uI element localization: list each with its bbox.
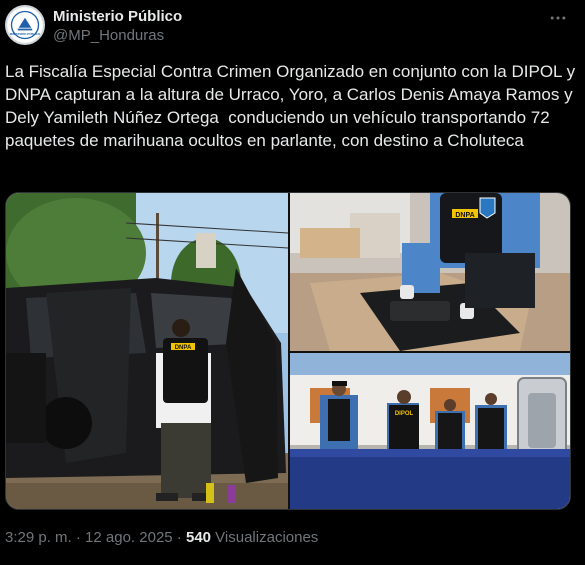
meta-separator: ·	[172, 529, 186, 546]
photo-speaker-inspection[interactable]: DNPA	[290, 193, 570, 351]
photo-vehicle-search[interactable]: DNPA	[6, 193, 288, 509]
svg-text:DNPA: DNPA	[455, 212, 474, 219]
svg-text:DNPA: DNPA	[175, 345, 192, 351]
author-handle[interactable]: @MP_Honduras	[53, 27, 182, 46]
author-names: Ministerio Público @MP_Honduras	[53, 8, 182, 46]
views-count: 540	[185, 529, 212, 546]
tweet-header: MINISTERIO PÚBLICO Ministerio Público @M…	[5, 5, 575, 49]
tweet: MINISTERIO PÚBLICO Ministerio Público @M…	[0, 0, 585, 565]
author-display-name[interactable]: Ministerio Público	[53, 8, 182, 27]
svg-text:DIPOL: DIPOL	[395, 411, 414, 417]
tweet-text: La Fiscalía Especial Contra Crimen Organ…	[5, 62, 580, 150]
svg-text:MINISTERIO PÚBLICO: MINISTERIO PÚBLICO	[10, 31, 41, 36]
meta-separator: ·	[71, 529, 86, 546]
tweet-time[interactable]: 3:29 p. m.	[5, 529, 72, 546]
seized-packages-image: DIPOL	[290, 353, 570, 509]
author-avatar[interactable]: MINISTERIO PÚBLICO	[5, 5, 45, 45]
vehicle-search-image: DNPA	[6, 193, 288, 509]
tweet-meta: 3:29 p. m. · 12 ago. 2025 · 540 Visualiz…	[5, 529, 318, 546]
more-horizontal-icon[interactable]	[547, 7, 569, 29]
speaker-inspection-image: DNPA	[290, 193, 570, 351]
ministerio-publico-logo-icon: MINISTERIO PÚBLICO	[7, 7, 43, 43]
tweet-date[interactable]: 12 ago. 2025	[85, 529, 173, 546]
photo-seized-packages[interactable]: DIPOL	[290, 353, 570, 509]
media-grid: DNPA DNPA DIPOL	[5, 192, 571, 510]
more-dots-icon	[550, 16, 566, 20]
views-label: Visualizaciones	[211, 529, 319, 546]
